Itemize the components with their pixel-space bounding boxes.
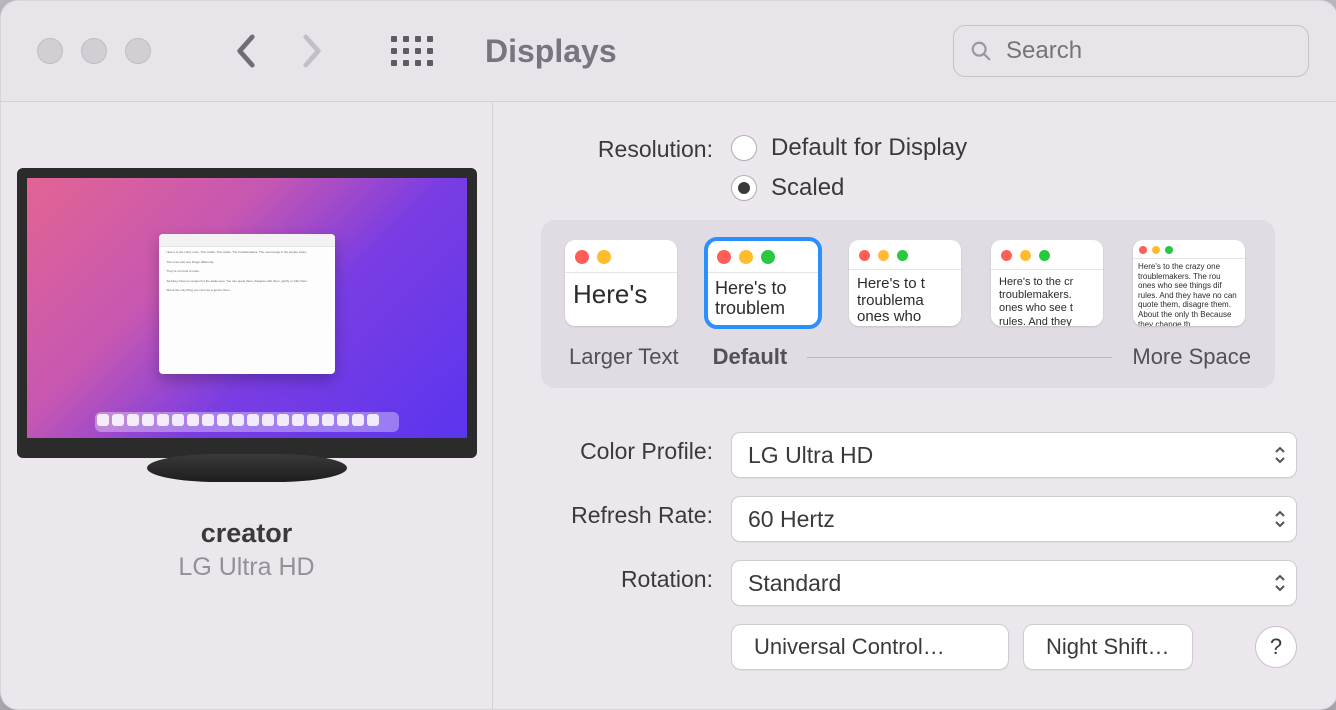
radio-label: Scaled [771,174,844,202]
color-profile-select[interactable]: LG Ultra HD [731,432,1297,478]
resolution-label: Resolution: [523,130,731,163]
larger-text-label: Larger Text [569,344,679,370]
chevron-updown-icon [1274,574,1286,592]
scaling-selector: Here's Here's to troublem Here's to t tr… [541,220,1275,388]
rotation-select[interactable]: Standard [731,560,1297,606]
display-model: LG Ultra HD [178,553,314,582]
search-field[interactable] [953,25,1309,77]
select-value: 60 Hertz [748,506,835,533]
refresh-rate-select[interactable]: 60 Hertz [731,496,1297,542]
night-shift-button[interactable]: Night Shift… [1023,624,1193,670]
chevron-updown-icon [1274,510,1286,528]
more-space-label: More Space [1132,344,1251,370]
nav-buttons [235,33,323,69]
scaling-option-4[interactable]: Here's to the cr troublemakers. ones who… [991,240,1103,326]
minimize-icon[interactable] [81,38,107,64]
settings-panel: Resolution: Default for Display Scaled [493,102,1336,709]
zoom-icon[interactable] [125,38,151,64]
display-name: creator [201,518,293,549]
traffic-lights [37,38,151,64]
refresh-rate-label: Refresh Rate: [523,496,731,529]
resolution-scaled-radio[interactable]: Scaled [731,174,1297,202]
radio-label: Default for Display [771,134,967,162]
monitor-illustration: Here's to the crazy ones. The misfits. T… [17,168,477,458]
scaling-option-1[interactable]: Here's [565,240,677,326]
chevron-updown-icon [1274,446,1286,464]
system-preferences-window: Displays Here's to the crazy ones. The m… [0,0,1336,710]
forward-button[interactable] [301,33,323,69]
back-button[interactable] [235,33,257,69]
scaling-option-3[interactable]: Here's to t troublema ones who [849,240,961,326]
scale-divider [807,357,1112,358]
search-input[interactable] [1004,36,1318,66]
help-button[interactable]: ? [1255,626,1297,668]
scaling-option-2[interactable]: Here's to troublem [707,240,819,326]
select-value: LG Ultra HD [748,442,873,469]
display-preview-panel: Here's to the crazy ones. The misfits. T… [1,102,493,709]
radio-icon [731,135,757,161]
close-icon[interactable] [37,38,63,64]
default-scale-label: Default [713,344,788,370]
color-profile-label: Color Profile: [523,432,731,465]
show-all-button[interactable] [391,36,433,66]
search-icon [970,40,992,62]
window-title: Displays [485,33,617,70]
toolbar: Displays [1,1,1336,102]
rotation-label: Rotation: [523,560,731,593]
resolution-default-radio[interactable]: Default for Display [731,134,1297,162]
select-value: Standard [748,570,841,597]
radio-icon [731,175,757,201]
universal-control-button[interactable]: Universal Control… [731,624,1009,670]
scaling-option-5[interactable]: Here's to the crazy one troublemakers. T… [1133,240,1245,326]
